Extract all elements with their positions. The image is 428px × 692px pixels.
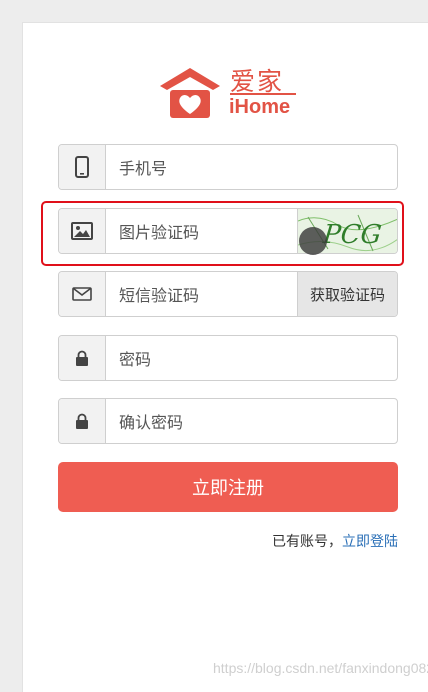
lock-icon — [76, 413, 88, 429]
password-field[interactable]: 密码 — [58, 335, 398, 381]
sms-code-field[interactable]: 短信验证码 获取验证码 — [58, 271, 398, 317]
have-account-text: 已有账号， — [272, 534, 342, 550]
mobile-phone-icon — [75, 156, 89, 178]
watermark-text: https://blog.csdn.net/fanxindong0820 — [213, 660, 428, 676]
ihome-logo: 爱家 iHome — [158, 62, 298, 120]
login-link[interactable]: 立即登陆 — [342, 534, 398, 550]
password-input[interactable]: 密码 — [119, 336, 151, 380]
get-sms-code-button[interactable]: 获取验证码 — [297, 272, 397, 316]
login-row: 已有账号，立即登陆 — [0, 531, 398, 551]
phone-input[interactable]: 手机号 — [119, 145, 167, 189]
cursor-indicator — [299, 227, 327, 255]
house-logo-icon — [160, 68, 220, 118]
password-addon — [59, 336, 106, 380]
image-code-highlight-box — [41, 201, 404, 266]
register-button[interactable]: 立即注册 — [58, 462, 398, 512]
confirm-password-input[interactable]: 确认密码 — [119, 399, 183, 443]
confirm-password-field[interactable]: 确认密码 — [58, 398, 398, 444]
lock-icon — [76, 350, 88, 366]
phone-field[interactable]: 手机号 — [58, 144, 398, 190]
sms-code-addon — [59, 272, 106, 316]
brand-name-en: iHome — [229, 96, 291, 118]
envelope-icon — [72, 287, 92, 301]
sms-code-input[interactable]: 短信验证码 — [119, 272, 199, 316]
confirm-password-addon — [59, 399, 106, 443]
phone-addon — [59, 145, 106, 189]
brand-divider — [230, 93, 296, 95]
